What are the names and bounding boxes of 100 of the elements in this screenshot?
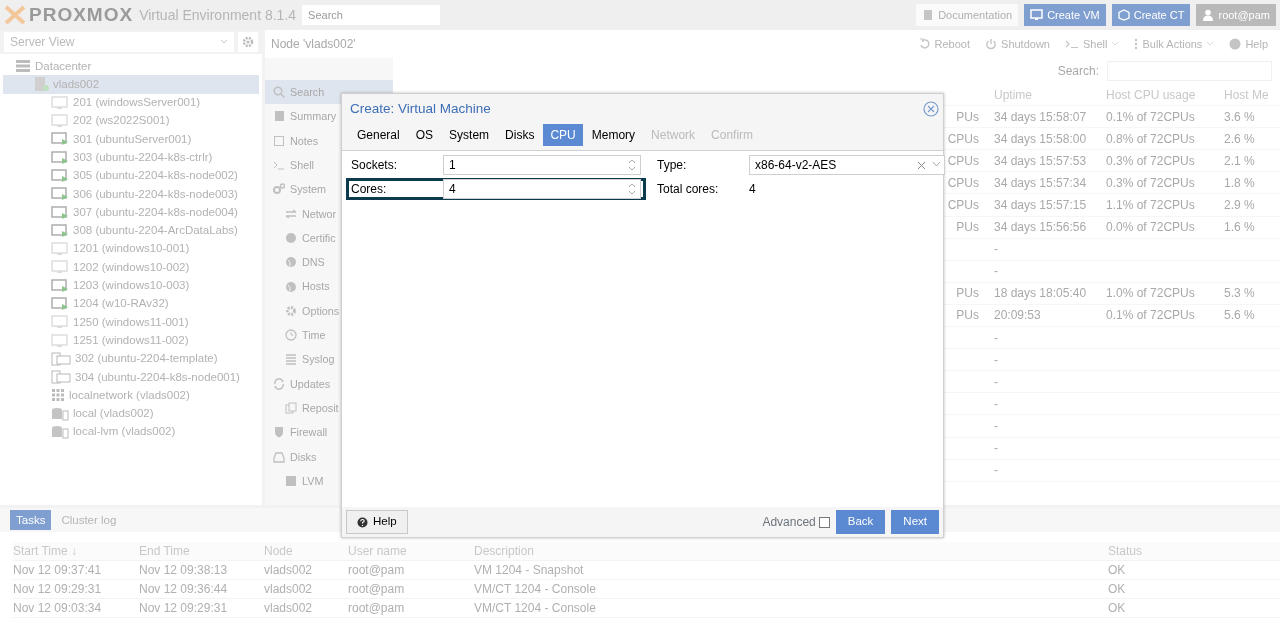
table-cell-text: VM 1204 - Snapshot [474, 562, 584, 579]
number-field[interactable]: 4 [443, 179, 641, 199]
nav-item[interactable]: Time [265, 322, 393, 348]
tree-item[interactable]: 302 (ubuntu-2204-template) [3, 349, 259, 369]
template-icon [51, 370, 71, 385]
table-cell-text: vlads002 [264, 581, 313, 598]
tree-item[interactable]: 307 (ubuntu-2204-k8s-node004) [3, 203, 259, 222]
template-icon [51, 351, 71, 366]
user-icon [1202, 9, 1215, 21]
tree-item[interactable]: Datacenter [3, 57, 259, 76]
tree-item[interactable]: 303 (ubuntu-2204-k8s-ctrlr) [3, 148, 259, 167]
tree-item[interactable]: 306 (ubuntu-2204-k8s-node003) [3, 185, 259, 204]
tree-item[interactable]: 304 (ubuntu-2204-k8s-node001) [3, 368, 259, 387]
tree-item[interactable]: 1202 (windows10-002) [3, 258, 259, 277]
table-cell-text: 20:09:53 [994, 307, 1041, 325]
header-button[interactable]: Create CT [1111, 4, 1191, 26]
monitor-icon [51, 95, 69, 110]
monitor-play-icon [51, 132, 69, 147]
table-cell-text: Nov 12 09:29:31 [13, 581, 102, 598]
table-cell-text: Nov 12 09:29:31 [139, 600, 228, 617]
book-icon [922, 9, 935, 21]
tree-item[interactable]: 305 (ubuntu-2204-k8s-node002) [3, 166, 259, 186]
nav-item[interactable]: Reposit [265, 395, 393, 421]
table-cell-text: vlads002 [264, 600, 313, 617]
nav-item[interactable]: Options [265, 298, 393, 323]
tree-item[interactable]: 201 (windowsServer001) [3, 93, 259, 112]
terminal-icon [1065, 39, 1079, 49]
table-cell-text: 2.6 % [1224, 130, 1255, 148]
nav-item[interactable]: Disks [265, 444, 393, 469]
table-cell-text: - [994, 440, 998, 458]
field-label: Type: [657, 157, 688, 174]
advanced-checkbox[interactable]: Advanced [762, 513, 830, 531]
nav-item[interactable]: Certific [265, 225, 393, 251]
wizard-tab[interactable]: General [350, 124, 407, 146]
table-cell-text: - [994, 241, 998, 259]
nav-item[interactable]: Networ [265, 201, 393, 226]
nav-item[interactable]: Syslog [265, 347, 393, 372]
table-cell-text: 3.6 % [1224, 108, 1255, 126]
spinner-icon [627, 181, 637, 197]
view-select[interactable]: Server View [4, 32, 234, 52]
next-button[interactable]: Next [891, 510, 939, 534]
tree-item[interactable]: 1203 (windows10-003) [3, 276, 259, 295]
help-button[interactable]: Help [346, 510, 408, 534]
settings-button[interactable] [238, 32, 258, 52]
product-version: Virtual Environment 8.1.4 [139, 5, 297, 25]
database-icon [51, 425, 69, 440]
table-cell-text: Nov 12 09:03:34 [13, 600, 102, 617]
tree-item[interactable]: local-lvm (vlads002) [3, 422, 259, 442]
close-button[interactable] [923, 101, 939, 117]
tree-item[interactable]: 1201 (windows10-001) [3, 239, 259, 259]
caret-icon [1206, 41, 1215, 47]
tree-item[interactable]: 301 (ubuntuServer001) [3, 130, 259, 149]
toolbar-button[interactable]: Shutdown [979, 33, 1056, 55]
tree-item[interactable]: local (vlads002) [3, 404, 259, 423]
table-cell-text: 0.8% of 72CPUs [1106, 130, 1195, 148]
tree-item[interactable]: 1204 (w10-RAv32) [3, 294, 259, 314]
wizard-tab[interactable]: OS [408, 124, 441, 146]
table-cell-text: - [994, 395, 998, 413]
nav-item[interactable]: Firewall [265, 420, 393, 445]
number-field[interactable]: 1 [443, 155, 641, 175]
panel-tab[interactable]: Cluster log [55, 510, 123, 530]
tree-item[interactable]: 308 (ubuntu-2204-ArcDataLabs) [3, 221, 259, 240]
nav-item[interactable]: Updates [265, 371, 393, 396]
logo-text: PROXMOX [29, 2, 134, 27]
search-label: Search: [1057, 63, 1099, 80]
wizard-tab[interactable]: Memory [584, 124, 643, 146]
copy-icon [285, 402, 297, 414]
table-cell-text: 0.1% of 72CPUs [1106, 108, 1195, 126]
note-icon [273, 134, 285, 147]
table-cell-text: 34 days 15:56:56 [994, 219, 1087, 237]
toolbar-button[interactable]: Shell [1059, 33, 1126, 55]
search-field[interactable]: Search [302, 5, 441, 25]
tree-item[interactable]: localnetwork (vlads002) [3, 386, 259, 405]
toolbar-button[interactable]: Help [1223, 33, 1274, 55]
nav-item[interactable]: DNS [265, 250, 393, 275]
nav-item[interactable]: LVM [265, 468, 393, 494]
toolbar-button[interactable]: Reboot [912, 33, 977, 55]
table-cell-text: 34 days 15:57:53 [994, 152, 1087, 170]
tree-item[interactable]: 202 (ws2022S001) [3, 111, 259, 131]
panel-tab[interactable]: Tasks [10, 510, 52, 530]
toolbar-button[interactable]: Bulk Actions [1128, 33, 1221, 55]
monitor-icon [1030, 9, 1044, 21]
tree-item[interactable]: vlads002 [3, 75, 259, 94]
globe-icon [285, 256, 297, 269]
header-button[interactable]: Create VM [1024, 4, 1106, 26]
back-button[interactable]: Back [835, 510, 886, 534]
tree-item[interactable]: 1251 (windows11-002) [3, 331, 259, 350]
nav-item[interactable]: Hosts [265, 274, 393, 299]
user-menu-button[interactable]: root@pam [1196, 4, 1276, 26]
table-cell-text: - [994, 462, 998, 480]
table-cell-text: CPUs [947, 174, 979, 192]
header-button[interactable]: Documentation [916, 4, 1019, 26]
x-logo-icon [4, 5, 26, 25]
type-select[interactable]: x86-64-v2-AES [749, 155, 945, 175]
table-cell-text: - [994, 417, 998, 435]
field-value: 4 [749, 181, 756, 198]
wizard-tab[interactable]: Disks [498, 124, 542, 146]
wizard-tab[interactable]: CPU [543, 124, 583, 146]
wizard-tab[interactable]: System [442, 124, 497, 146]
tree-item[interactable]: 1250 (windows11-001) [3, 313, 259, 332]
